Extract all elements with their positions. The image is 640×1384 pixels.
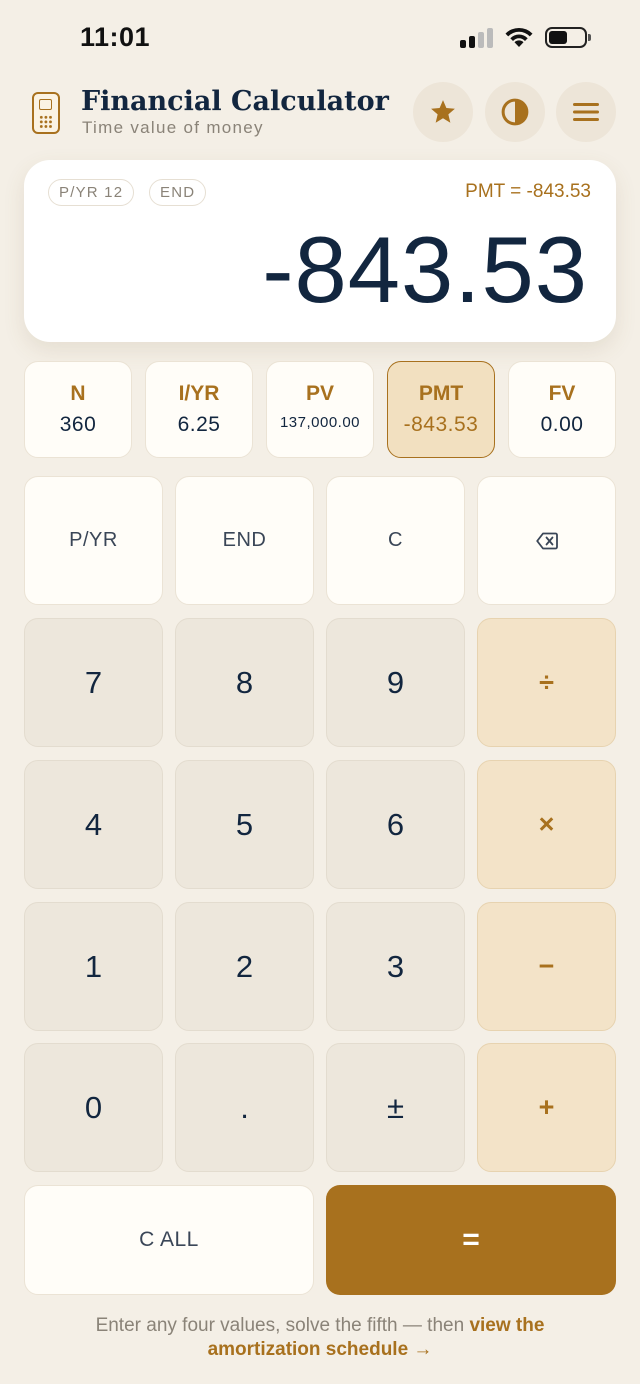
register-value: 6.25 — [177, 413, 221, 436]
register-label: PV — [305, 382, 334, 405]
divide-button[interactable]: ÷ — [477, 618, 616, 747]
favorites-button[interactable] — [413, 82, 473, 142]
display-panel: P/YR 12 END PMT = -843.53 -843.53 — [24, 160, 616, 342]
digit-8-button[interactable]: 8 — [175, 618, 314, 747]
payment-timing-badge: END — [149, 179, 207, 206]
digit-5-button[interactable]: 5 — [175, 760, 314, 889]
battery-icon — [545, 27, 591, 48]
pyr-button[interactable]: P/YR — [24, 476, 163, 605]
cellular-signal-icon — [460, 28, 494, 48]
register-pv[interactable]: PV 137,000.00 — [266, 361, 374, 458]
register-label: I/YR — [178, 382, 220, 405]
add-button[interactable]: + — [477, 1043, 616, 1172]
register-label: N — [70, 382, 86, 405]
digit-1-button[interactable]: 1 — [24, 902, 163, 1031]
equals-button[interactable]: = — [326, 1185, 616, 1295]
digit-9-button[interactable]: 9 — [326, 618, 465, 747]
backspace-button[interactable] — [477, 476, 616, 605]
menu-icon — [573, 103, 599, 121]
digit-6-button[interactable]: 6 — [326, 760, 465, 889]
backspace-icon — [535, 532, 558, 549]
wifi-icon — [505, 27, 533, 47]
result-label: PMT = -843.53 — [465, 181, 591, 202]
register-n[interactable]: N 360 — [24, 361, 132, 458]
register-value: 137,000.00 — [279, 414, 361, 431]
subtract-button[interactable]: − — [477, 902, 616, 1031]
decimal-button[interactable]: . — [175, 1043, 314, 1172]
digit-0-button[interactable]: 0 — [24, 1043, 163, 1172]
star-icon — [431, 100, 455, 123]
footer-hint: Enter any four values, solve the fifth —… — [40, 1314, 600, 1362]
begin-end-button[interactable]: END — [175, 476, 314, 605]
register-label: FV — [548, 382, 576, 405]
clear-all-button[interactable]: C ALL — [24, 1185, 314, 1295]
calculator-logo-icon — [32, 92, 60, 134]
menu-button[interactable] — [556, 82, 616, 142]
theme-toggle-button[interactable] — [485, 82, 545, 142]
footer-text: Enter any four values, solve the fifth —… — [95, 1315, 470, 1336]
register-fv[interactable]: FV 0.00 — [508, 361, 616, 458]
register-value: -843.53 — [403, 413, 479, 436]
clear-button[interactable]: C — [326, 476, 465, 605]
contrast-icon — [501, 98, 529, 126]
register-pmt[interactable]: PMT -843.53 — [387, 361, 495, 458]
register-value: 0.00 — [540, 413, 584, 436]
multiply-button[interactable]: × — [477, 760, 616, 889]
digit-4-button[interactable]: 4 — [24, 760, 163, 889]
digit-3-button[interactable]: 3 — [326, 902, 465, 1031]
app-subtitle: Time value of money — [82, 118, 264, 137]
digit-7-button[interactable]: 7 — [24, 618, 163, 747]
register-value: 360 — [59, 413, 97, 436]
register-i-yr[interactable]: I/YR 6.25 — [145, 361, 253, 458]
register-label: PMT — [418, 382, 464, 405]
display-value: -843.53 — [262, 217, 588, 322]
digit-2-button[interactable]: 2 — [175, 902, 314, 1031]
status-time: 11:01 — [80, 22, 151, 52]
status-bar: 11:01 — [0, 0, 640, 76]
plus-minus-button[interactable]: ± — [326, 1043, 465, 1172]
app-title: Financial Calculator — [81, 86, 389, 117]
payments-per-year-badge: P/YR 12 — [48, 179, 135, 206]
